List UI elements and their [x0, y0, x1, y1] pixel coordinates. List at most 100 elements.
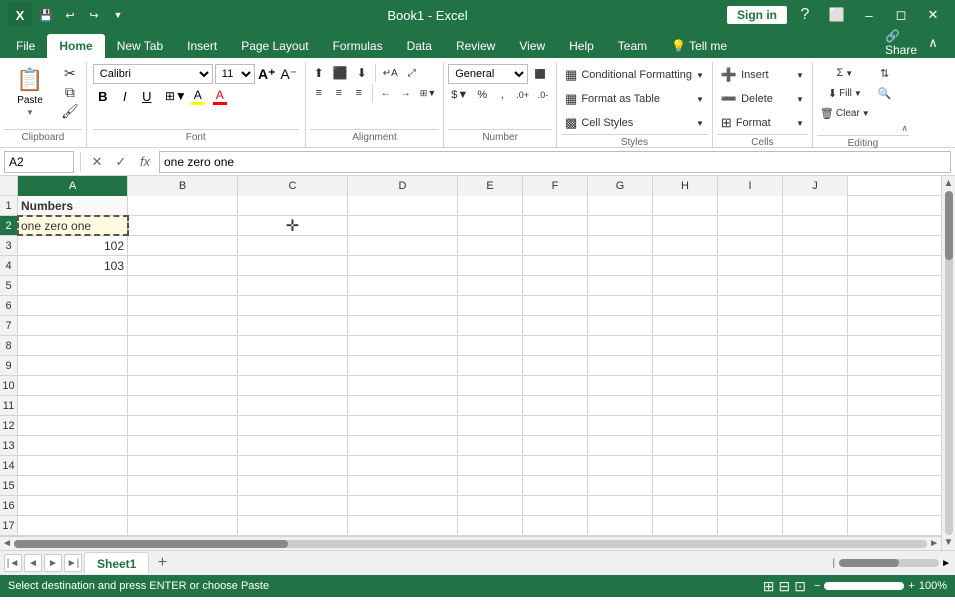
row-header-2[interactable]: 2	[0, 216, 18, 235]
cell-b13[interactable]	[128, 436, 238, 455]
cell-j3[interactable]	[783, 236, 848, 255]
cell-h14[interactable]	[653, 456, 718, 475]
conditional-formatting-btn[interactable]: ▦ Conditional Formatting ▼	[561, 64, 708, 86]
cell-f1[interactable]	[523, 196, 588, 215]
cell-g9[interactable]	[588, 356, 653, 375]
currency-btn[interactable]: $▼	[448, 86, 471, 104]
minimize-btn[interactable]: –	[855, 0, 883, 30]
cell-f2[interactable]	[523, 216, 588, 235]
horizontal-scrollbar[interactable]: ◄ ►	[0, 536, 941, 550]
align-right-btn[interactable]: ≡	[350, 84, 368, 102]
formula-cancel-btn[interactable]: ✕	[87, 152, 107, 172]
cell-c17[interactable]	[238, 516, 348, 535]
scroll-track-v[interactable]	[945, 191, 953, 535]
cell-e14[interactable]	[458, 456, 523, 475]
cell-d11[interactable]	[348, 396, 458, 415]
underline-button[interactable]: U	[137, 86, 157, 106]
row-header-9[interactable]: 9	[0, 356, 18, 375]
cell-b2[interactable]	[128, 216, 238, 235]
col-header-f[interactable]: F	[523, 176, 588, 196]
cell-g4[interactable]	[588, 256, 653, 275]
cell-i15[interactable]	[718, 476, 783, 495]
cell-b16[interactable]	[128, 496, 238, 515]
cell-a1[interactable]: Numbers	[18, 196, 128, 215]
cell-c6[interactable]	[238, 296, 348, 315]
cell-j13[interactable]	[783, 436, 848, 455]
align-bottom-btn[interactable]: ⬇	[353, 64, 371, 82]
cell-g8[interactable]	[588, 336, 653, 355]
scroll-right-btn[interactable]: ►	[929, 538, 939, 549]
scroll-track-h[interactable]	[14, 540, 927, 548]
cell-reference-box[interactable]: A2	[4, 151, 74, 173]
cell-c4[interactable]	[238, 256, 348, 275]
font-size-selector[interactable]: 11	[215, 64, 255, 84]
cell-a6[interactable]	[18, 296, 128, 315]
cell-e4[interactable]	[458, 256, 523, 275]
tab-newtab[interactable]: New Tab	[105, 34, 175, 58]
cell-e11[interactable]	[458, 396, 523, 415]
cell-a5[interactable]	[18, 276, 128, 295]
tab-file[interactable]: File	[4, 34, 47, 58]
cell-j10[interactable]	[783, 376, 848, 395]
row-header-17[interactable]: 17	[0, 516, 18, 535]
cell-e12[interactable]	[458, 416, 523, 435]
tab-help[interactable]: Help	[557, 34, 606, 58]
decrease-font-btn[interactable]: A⁻	[279, 64, 299, 84]
wrap-text-btn[interactable]: ↵A	[380, 64, 401, 82]
row-header-15[interactable]: 15	[0, 476, 18, 495]
zoom-out-btn[interactable]: −	[814, 580, 820, 592]
cell-c15[interactable]	[238, 476, 348, 495]
col-header-c[interactable]: C	[238, 176, 348, 196]
row-header-3[interactable]: 3	[0, 236, 18, 255]
orientation-btn[interactable]: ⤢	[403, 64, 421, 82]
cell-i17[interactable]	[718, 516, 783, 535]
row-header-1[interactable]: 1	[0, 196, 18, 215]
bold-button[interactable]: B	[93, 86, 113, 106]
cell-e5[interactable]	[458, 276, 523, 295]
cell-d4[interactable]	[348, 256, 458, 275]
cell-h17[interactable]	[653, 516, 718, 535]
number-expand-btn[interactable]: ⬛	[530, 64, 550, 84]
cell-b14[interactable]	[128, 456, 238, 475]
cell-j17[interactable]	[783, 516, 848, 535]
paste-button[interactable]: 📋 Paste ▼	[4, 64, 56, 120]
restore-btn[interactable]: ◻	[887, 0, 915, 30]
cell-c3[interactable]	[238, 236, 348, 255]
percent-btn[interactable]: %	[473, 86, 491, 104]
italic-button[interactable]: I	[115, 86, 135, 106]
cell-i8[interactable]	[718, 336, 783, 355]
cell-a13[interactable]	[18, 436, 128, 455]
number-format-selector[interactable]: General	[448, 64, 528, 84]
cell-f15[interactable]	[523, 476, 588, 495]
cell-d6[interactable]	[348, 296, 458, 315]
close-btn[interactable]: ✕	[919, 0, 947, 30]
cell-j6[interactable]	[783, 296, 848, 315]
cell-e10[interactable]	[458, 376, 523, 395]
align-top-btn[interactable]: ⬆	[310, 64, 328, 82]
cell-e13[interactable]	[458, 436, 523, 455]
collapse-btn[interactable]: ∧	[900, 122, 909, 135]
increase-indent-btn[interactable]: →	[397, 84, 415, 102]
formula-fx-btn[interactable]: fx	[135, 152, 155, 172]
cell-a8[interactable]	[18, 336, 128, 355]
fill-color-btn[interactable]: A	[188, 86, 208, 106]
cell-f5[interactable]	[523, 276, 588, 295]
cell-j12[interactable]	[783, 416, 848, 435]
row-header-8[interactable]: 8	[0, 336, 18, 355]
cond-format-dropdown[interactable]: ▼	[696, 71, 704, 80]
cell-g16[interactable]	[588, 496, 653, 515]
cell-g2[interactable]	[588, 216, 653, 235]
cell-c11[interactable]	[238, 396, 348, 415]
cell-j14[interactable]	[783, 456, 848, 475]
font-color-btn[interactable]: A	[210, 86, 230, 106]
cell-a15[interactable]	[18, 476, 128, 495]
cell-f9[interactable]	[523, 356, 588, 375]
cell-j2[interactable]	[783, 216, 848, 235]
cell-b11[interactable]	[128, 396, 238, 415]
cell-c5[interactable]	[238, 276, 348, 295]
cell-j4[interactable]	[783, 256, 848, 275]
redo-btn[interactable]: ↪	[84, 5, 104, 25]
cell-c9[interactable]	[238, 356, 348, 375]
add-sheet-button[interactable]: +	[151, 552, 173, 574]
tab-scroll-track[interactable]	[839, 559, 939, 567]
